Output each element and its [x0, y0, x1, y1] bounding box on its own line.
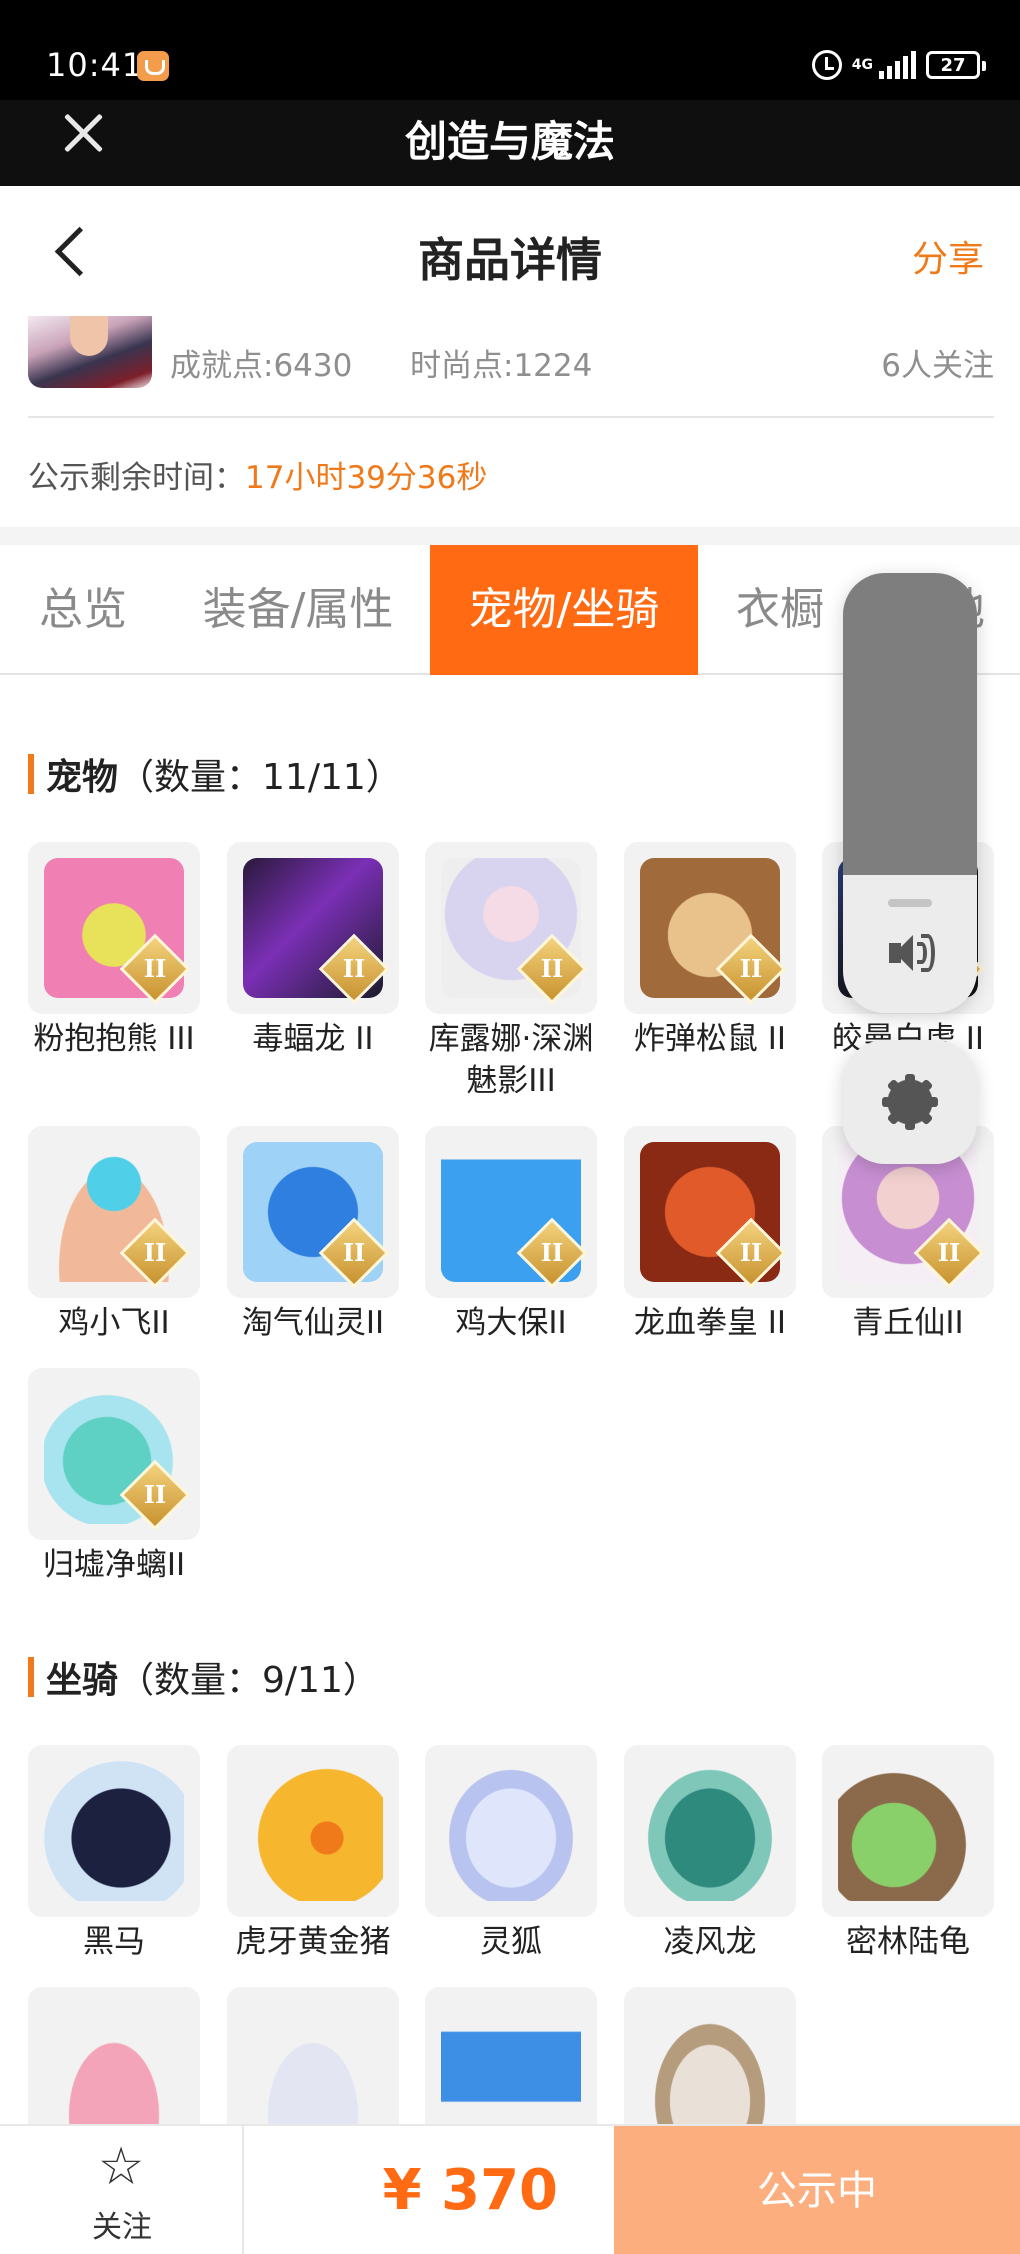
mount-item[interactable]: 密林陆龟	[822, 1745, 994, 1963]
mount-item[interactable]: 虎牙黄金猪	[227, 1745, 399, 1963]
mount-image	[28, 1745, 200, 1917]
section-gap	[0, 527, 1020, 545]
pet-item[interactable]: 淘气仙灵II	[227, 1126, 399, 1344]
signal-icon	[879, 51, 916, 79]
follow-label: 关注	[92, 2210, 152, 2245]
mount-name: 灵狐	[480, 1924, 542, 1960]
mount-image	[425, 1745, 597, 1917]
status-time: 10:41	[46, 46, 144, 84]
fashion-points: 时尚点:1224	[410, 348, 593, 384]
pets-count: （数量：11/11）	[118, 757, 402, 798]
volume-settings-button[interactable]	[843, 1040, 977, 1164]
page-header: 商品详情 分享	[0, 186, 1020, 316]
mount-item[interactable]: 灵狐	[425, 1745, 597, 1963]
tab-pets-mounts[interactable]: 宠物/坐骑	[430, 545, 698, 675]
alarm-icon	[811, 50, 842, 80]
volume-track	[843, 573, 977, 875]
countdown: 公示剩余时间：17小时39分36秒	[28, 452, 487, 497]
mount-item[interactable]: 凌风龙	[624, 1745, 796, 1963]
mount-name: 密林陆龟	[846, 1924, 970, 1960]
mounts-section-title: 坐骑（数量：9/11）	[28, 1651, 379, 1703]
pet-image	[425, 842, 597, 1014]
follower-count: 6人关注	[881, 348, 994, 384]
pet-image	[28, 1368, 200, 1540]
mount-item[interactable]: 黑马	[28, 1745, 200, 1963]
battery-icon: 27	[926, 51, 986, 79]
star-icon: ☆	[97, 2137, 145, 2197]
mount-image	[227, 1745, 399, 1917]
mount-name: 虎牙黄金猪	[235, 1924, 391, 1960]
pet-name: 毒蝠龙 II	[252, 1021, 374, 1057]
page-title: 商品详情	[418, 233, 602, 287]
app-title: 创造与魔法	[404, 117, 615, 166]
network-label: 4G	[851, 57, 873, 73]
pet-name: 鸡大保II	[455, 1305, 567, 1341]
pet-image	[624, 842, 796, 1014]
pet-image	[227, 1126, 399, 1298]
pet-name: 粉抱抱熊 III	[33, 1021, 195, 1057]
status-button[interactable]: 公示中	[614, 2126, 1020, 2254]
tab-overview[interactable]: 总览	[0, 545, 166, 675]
pet-name: 青丘仙II	[852, 1305, 964, 1341]
share-button[interactable]: 分享	[912, 230, 984, 282]
pet-name: 炸弹松鼠 II	[633, 1021, 787, 1057]
pet-item[interactable]: 龙血拳皇 II	[624, 1126, 796, 1344]
mount-image	[822, 1745, 994, 1917]
countdown-label: 公示剩余时间：	[28, 460, 245, 496]
app-notification-icon	[137, 51, 169, 81]
tab-wardrobe[interactable]: 衣橱	[698, 545, 862, 675]
pet-item[interactable]: 鸡大保II	[425, 1126, 597, 1344]
pet-image	[28, 842, 200, 1014]
speaker-icon[interactable]	[887, 929, 937, 979]
gear-icon	[882, 1074, 938, 1130]
pet-item[interactable]: 粉抱抱熊 III	[28, 842, 200, 1060]
pet-image	[28, 1126, 200, 1298]
price: ¥ 370	[382, 2158, 558, 2223]
mount-name: 黑马	[83, 1924, 145, 1960]
countdown-value: 17小时39分36秒	[245, 460, 488, 496]
pet-name: 龙血拳皇 II	[633, 1305, 787, 1341]
pet-item[interactable]: 鸡小飞II	[28, 1126, 200, 1344]
mount-image	[624, 1745, 796, 1917]
screen: 10:41 4G 27 创造与魔法 商品详情 分享 成就点:6430 时尚点:1…	[0, 0, 1020, 2254]
follow-button[interactable]: ☆ 关注	[0, 2126, 244, 2254]
app-bar: 创造与魔法	[0, 100, 1020, 186]
pet-name: 库露娜·深渊魅影III	[428, 1021, 594, 1099]
volume-handle[interactable]	[888, 899, 932, 907]
pet-image	[425, 1126, 597, 1298]
mounts-count: （数量：9/11）	[118, 1660, 379, 1701]
pet-item[interactable]: 炸弹松鼠 II	[624, 842, 796, 1060]
pet-name: 鸡小飞II	[58, 1305, 170, 1341]
mounts-title: 坐骑	[46, 1660, 119, 1701]
tab-equipment[interactable]: 装备/属性	[166, 545, 430, 675]
volume-slider[interactable]	[843, 573, 977, 1013]
pet-name: 归墟净螭II	[42, 1547, 186, 1583]
status-bar: 10:41 4G 27	[0, 0, 1020, 100]
pet-image	[227, 842, 399, 1014]
pet-item[interactable]: 毒蝠龙 II	[227, 842, 399, 1060]
pets-section-title: 宠物（数量：11/11）	[28, 748, 402, 800]
pet-name: 淘气仙灵II	[241, 1305, 385, 1341]
bottom-bar: ☆ 关注 ¥ 370 公示中	[0, 2124, 1020, 2254]
status-icons: 4G 27	[811, 48, 986, 82]
divider	[28, 416, 994, 418]
pet-image	[624, 1126, 796, 1298]
character-avatar	[28, 316, 152, 388]
pet-item[interactable]: 库露娜·深渊魅影III	[425, 842, 597, 1102]
pets-title: 宠物	[46, 757, 119, 798]
battery-level: 27	[940, 54, 966, 76]
mount-name: 凌风龙	[663, 1924, 757, 1960]
pet-item[interactable]: 归墟净螭II	[28, 1368, 200, 1586]
achievement-points: 成就点:6430	[170, 348, 353, 384]
